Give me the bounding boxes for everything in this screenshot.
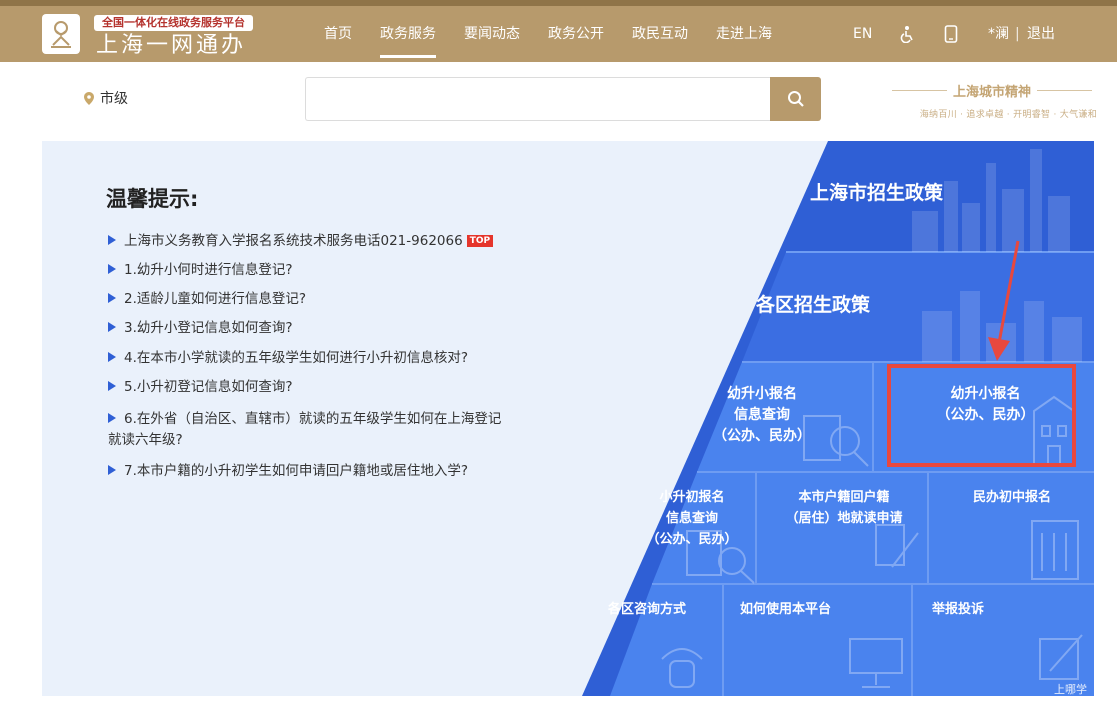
nav-interaction[interactable]: 政民互动 — [618, 6, 702, 62]
tips-title: 温馨提示: — [106, 187, 199, 211]
top-badge: TOP — [466, 235, 494, 247]
accessibility-icon[interactable] — [898, 6, 916, 62]
tile-city-policy[interactable]: 上海市招生政策 — [810, 183, 943, 204]
arrow-icon — [108, 352, 116, 362]
corner-watermark: 上哪学 — [1054, 683, 1087, 696]
tile-district-policy[interactable]: 各区招生政策 — [756, 295, 870, 316]
nav-gov-affairs[interactable]: 政务公开 — [534, 6, 618, 62]
tip-item-5[interactable]: 5.小升初登记信息如何查询? — [108, 376, 293, 398]
tip-item-2[interactable]: 2.适龄儿童如何进行信息登记? — [108, 288, 306, 310]
nav-home[interactable]: 首页 — [310, 6, 366, 62]
search-icon — [787, 91, 804, 107]
arrow-icon — [108, 381, 116, 391]
city-spirit-title: 上海城市精神 — [892, 81, 1093, 100]
tile-report[interactable]: 举报投诉 — [932, 599, 984, 620]
nav-news[interactable]: 要闻动态 — [450, 6, 534, 62]
tip-item-3[interactable]: 3.幼升小登记信息如何查询? — [108, 317, 293, 339]
tip-item-1[interactable]: 1.幼升小何时进行信息登记? — [108, 259, 293, 281]
main-nav: 首页 政务服务 要闻动态 政务公开 政民互动 走进上海 — [310, 6, 786, 62]
tile-hukou[interactable]: 本市户籍回户籍 （居住）地就读申请 — [764, 487, 924, 529]
tile-district-contact[interactable]: 各区咨询方式 — [608, 599, 686, 620]
logout-link[interactable]: 退出 — [1027, 6, 1055, 62]
arrow-icon — [108, 235, 116, 245]
tip-item-6[interactable]: 6.在外省（自治区、直辖市）就读的五年级学生如何在上海登记 — [108, 408, 501, 430]
location-selector[interactable]: 市级 — [84, 88, 128, 108]
tile-how-to-use[interactable]: 如何使用本平台 — [740, 599, 831, 620]
tile-private-ms[interactable]: 民办初中报名 — [952, 487, 1072, 508]
user-separator: | — [1015, 26, 1020, 42]
tip-item-hotline[interactable]: 上海市义务教育入学报名系统技术服务电话021-962066 TOP — [108, 230, 494, 252]
top-bar: 全国一体化在线政务服务平台 上海一网通办 首页 政务服务 要闻动态 政务公开 政… — [0, 0, 1117, 62]
search-button[interactable] — [770, 77, 821, 121]
tip-item-6-continued[interactable]: 就读六年级? — [108, 429, 183, 451]
enrollment-panel: 温馨提示: 上海市义务教育入学报名系统技术服务电话021-962066 TOP 1… — [42, 141, 1094, 696]
user-name[interactable]: *澜 — [988, 6, 1009, 62]
search-input[interactable] — [305, 77, 770, 121]
location-label: 市级 — [100, 91, 128, 107]
city-spirit-subtitle: 海纳百川 · 追求卓越 · 开明睿智 · 大气谦和 — [919, 110, 1097, 120]
nav-government-services[interactable]: 政务服务 — [366, 6, 450, 62]
highlight-box — [887, 364, 1076, 467]
mobile-icon[interactable] — [944, 6, 958, 62]
arrow-icon — [108, 264, 116, 274]
arrow-icon — [108, 293, 116, 303]
location-pin-icon — [84, 91, 94, 105]
tile-kg-query[interactable]: 幼升小报名 信息查询 （公办、民办） — [702, 384, 822, 447]
arrow-icon — [108, 413, 116, 423]
platform-slogan: 全国一体化在线政务服务平台 — [94, 15, 253, 31]
language-switch[interactable]: EN — [853, 6, 872, 62]
brand-name[interactable]: 上海一网通办 — [96, 33, 246, 59]
tile-ps-query[interactable]: 小升初报名 信息查询 （公办、民办） — [642, 487, 742, 550]
arrow-icon — [108, 322, 116, 332]
nav-shanghai[interactable]: 走进上海 — [702, 6, 786, 62]
arrow-icon — [108, 465, 116, 475]
tip-item-4[interactable]: 4.在本市小学就读的五年级学生如何进行小升初信息核对? — [108, 347, 468, 369]
logo-icon[interactable] — [42, 14, 80, 54]
tip-item-7[interactable]: 7.本市户籍的小升初学生如何申请回户籍地或居住地入学? — [108, 460, 468, 482]
